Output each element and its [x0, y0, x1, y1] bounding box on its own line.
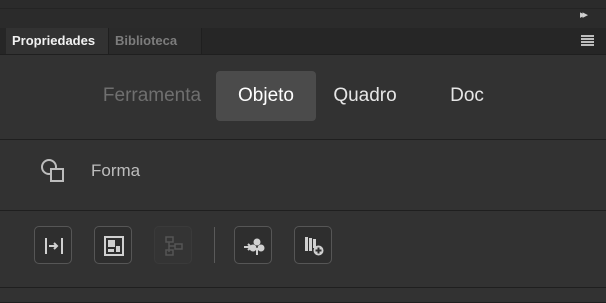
add-to-library-button[interactable] [294, 226, 332, 264]
align-button[interactable] [34, 226, 72, 264]
context-tab-quadro[interactable]: Quadro [320, 71, 410, 121]
divider [0, 8, 606, 9]
shape-icon [41, 159, 64, 182]
convert-to-symbol-icon [244, 238, 265, 255]
convert-to-symbol-button[interactable] [234, 226, 272, 264]
context-tab-objeto[interactable]: Objeto [216, 71, 316, 121]
tab-biblioteca[interactable]: Biblioteca [108, 28, 202, 54]
context-tabs-section: Ferramenta Objeto Quadro Doc [0, 55, 606, 140]
align-icon [45, 238, 63, 254]
add-to-library-icon [305, 237, 324, 256]
tab-propriedades[interactable]: Propriedades [6, 28, 114, 54]
hierarchy-icon [165, 236, 183, 256]
context-tab-ferramenta[interactable]: Ferramenta [96, 71, 208, 121]
object-tools-section [0, 211, 606, 288]
panel-top-strip: ▸▸ [0, 0, 606, 28]
properties-icon [104, 236, 124, 256]
hierarchy-button[interactable] [154, 226, 192, 264]
object-type-section: Forma [0, 140, 606, 211]
toolbar-separator [214, 227, 215, 263]
object-type-label: Forma [91, 161, 141, 180]
properties-button[interactable] [94, 226, 132, 264]
panel-tab-bar: Propriedades Biblioteca [0, 28, 606, 55]
context-tab-doc[interactable]: Doc [430, 71, 504, 121]
next-section [0, 288, 606, 303]
collapse-panel-icon[interactable]: ▸▸ [580, 9, 596, 21]
panel-menu-icon[interactable] [581, 35, 594, 47]
